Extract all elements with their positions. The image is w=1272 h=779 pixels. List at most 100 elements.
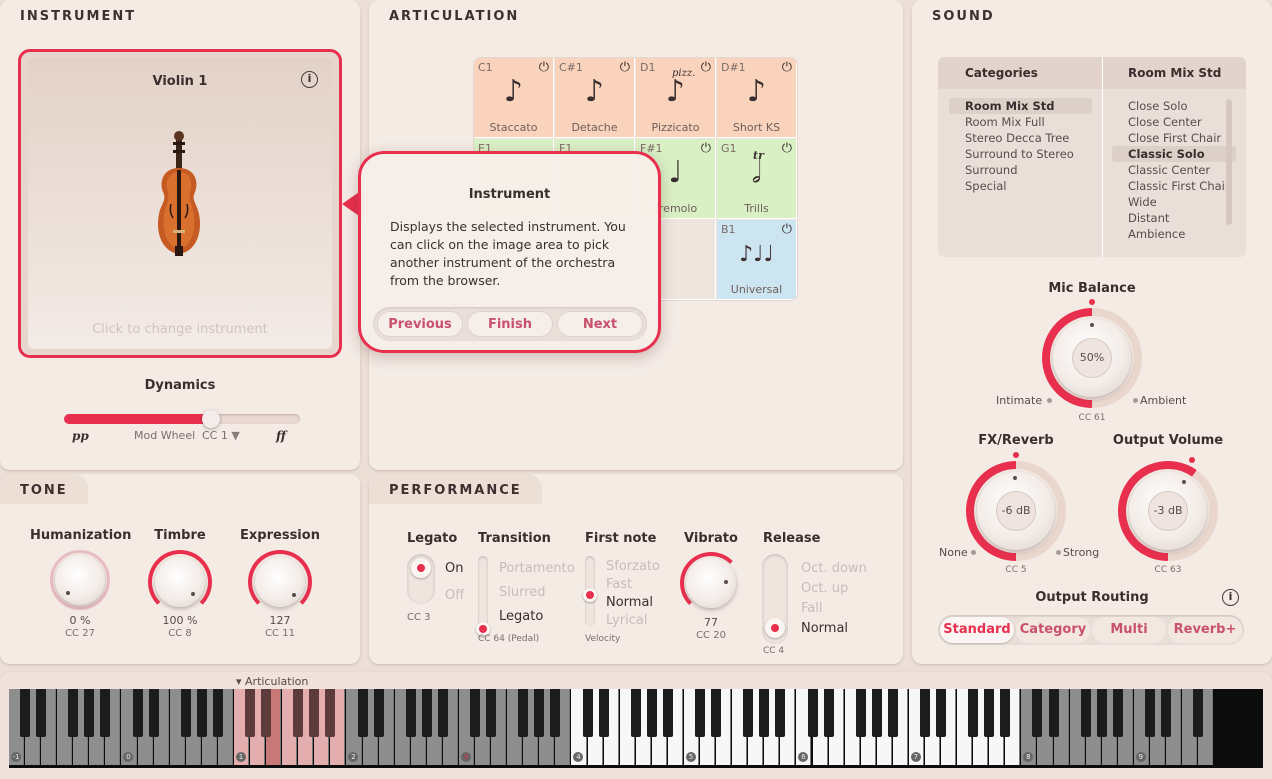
articulation-universal[interactable]: B1 ⏻ ♪♩♩ Universal [717, 220, 797, 300]
piano-black-key[interactable] [486, 689, 497, 737]
piano-black-key[interactable] [132, 689, 143, 737]
first-note-slider[interactable] [583, 556, 597, 626]
piano-black-key[interactable] [582, 689, 593, 737]
piano-black-key[interactable] [1193, 689, 1204, 737]
piano-black-key[interactable] [1080, 689, 1091, 737]
piano-black-key[interactable] [823, 689, 834, 737]
piano-black-key[interactable] [180, 689, 191, 737]
piano-black-key[interactable] [470, 689, 481, 737]
piano-black-key[interactable] [309, 689, 320, 737]
piano-black-key[interactable] [984, 689, 995, 737]
piano-black-key[interactable] [36, 689, 47, 737]
piano-black-key[interactable] [855, 689, 866, 737]
piano-black-key[interactable] [775, 689, 786, 737]
first-note-option-normal[interactable]: Normal [606, 595, 653, 610]
piano-black-key[interactable] [759, 689, 770, 737]
release-option-oct-up[interactable]: Oct. up [801, 581, 848, 596]
preset-item[interactable]: Close First Chair [1112, 130, 1236, 146]
piano-black-key[interactable] [630, 689, 641, 737]
piano-black-key[interactable] [919, 689, 930, 737]
piano-black-key[interactable] [373, 689, 384, 737]
tooltip-next-button[interactable]: Next [557, 311, 643, 337]
preset-item[interactable]: Close Center [1112, 114, 1236, 130]
piano-black-key[interactable] [711, 689, 722, 737]
release-option-normal[interactable]: Normal [801, 621, 848, 636]
category-item[interactable]: Special [949, 178, 1092, 194]
preset-item[interactable]: Ambience [1112, 226, 1236, 242]
piano-black-key[interactable] [662, 689, 673, 737]
mic-balance-knob[interactable]: 50% [1053, 319, 1131, 397]
piano-black-key[interactable] [695, 689, 705, 737]
category-item[interactable]: Stereo Decca Tree [949, 130, 1092, 146]
piano-black-key[interactable] [68, 689, 79, 737]
piano-black-key[interactable] [405, 689, 416, 737]
category-item[interactable]: Room Mix Std [949, 98, 1092, 114]
piano-black-key[interactable] [196, 689, 207, 737]
first-note-option-sforzato[interactable]: Sforzato [606, 559, 660, 574]
preset-item[interactable]: Classic Solo [1112, 146, 1236, 162]
piano-black-key[interactable] [148, 689, 159, 737]
articulation-pizzicato[interactable]: D1 ⏻ pizz. ♪ Pizzicato [636, 58, 716, 138]
piano-black-key[interactable] [245, 689, 256, 737]
piano-black-key[interactable] [1112, 689, 1123, 737]
piano-black-key[interactable] [1048, 689, 1059, 737]
first-note-option-lyrical[interactable]: Lyrical [606, 613, 647, 628]
piano-black-key[interactable] [421, 689, 432, 737]
piano-black-key[interactable] [646, 689, 657, 737]
release-slider[interactable] [762, 554, 788, 644]
piano-black-key[interactable] [84, 689, 95, 737]
piano-black-key[interactable] [1096, 689, 1107, 737]
piano-black-key[interactable] [1032, 689, 1043, 737]
first-note-option-fast[interactable]: Fast [606, 577, 632, 592]
piano-black-key[interactable] [1144, 689, 1155, 737]
transition-option-slurred[interactable]: Slurred [499, 585, 546, 600]
tooltip-finish-button[interactable]: Finish [467, 311, 553, 337]
tooltip-previous-button[interactable]: Previous [377, 311, 463, 337]
routing-standard-button[interactable]: Standard [940, 617, 1014, 643]
fx-reverb-knob[interactable]: -6 dB [977, 472, 1055, 550]
output-volume-knob[interactable]: -3 dB [1129, 472, 1207, 550]
articulation-detache[interactable]: C#1 ⏻ ♪ Detache [555, 58, 635, 138]
piano-black-key[interactable] [534, 689, 545, 737]
legato-switch[interactable] [407, 554, 435, 604]
articulation-short-ks[interactable]: D#1 ⏻ ♪ Short KS [717, 58, 797, 138]
articulation-staccato[interactable]: C1 ⏻ ♪ Staccato [474, 58, 554, 138]
piano-black-key[interactable] [968, 689, 979, 737]
instrument-picker[interactable]: Violin 1 i Click to change instrument [18, 49, 342, 358]
dynamics-cc-select[interactable]: CC 1 ▼ [202, 429, 240, 442]
dynamics-slider[interactable] [64, 410, 300, 428]
release-option-oct-down[interactable]: Oct. down [801, 561, 867, 576]
preset-item[interactable]: Classic First Chair [1112, 178, 1236, 194]
piano-black-key[interactable] [20, 689, 31, 737]
dynamics-slider-handle[interactable] [202, 410, 220, 428]
piano-black-key[interactable] [807, 689, 818, 737]
piano-black-key[interactable] [261, 689, 272, 737]
routing-multi-button[interactable]: Multi [1092, 617, 1166, 643]
piano-black-key[interactable] [100, 689, 111, 737]
piano-black-key[interactable] [936, 689, 947, 737]
piano-black-key[interactable] [887, 689, 898, 737]
expression-knob[interactable] [255, 557, 305, 607]
humanization-knob[interactable] [55, 555, 105, 605]
routing-category-button[interactable]: Category [1016, 617, 1090, 643]
preset-item[interactable]: Classic Center [1112, 162, 1236, 178]
piano-black-key[interactable] [518, 689, 529, 737]
piano-black-key[interactable] [357, 689, 368, 737]
vibrato-knob[interactable] [686, 558, 736, 608]
category-item[interactable]: Room Mix Full [949, 114, 1092, 130]
piano-black-key[interactable] [743, 689, 754, 737]
preset-item[interactable]: Wide [1112, 194, 1236, 210]
preset-item[interactable]: Close Solo [1112, 98, 1236, 114]
piano-black-key[interactable] [293, 689, 304, 737]
presets-scrollbar[interactable] [1226, 99, 1232, 225]
articulation-trills[interactable]: G1 ⏻ tr 𝅗𝅥 Trills [717, 139, 797, 219]
piano-black-key[interactable] [325, 689, 336, 737]
piano-black-key[interactable] [212, 689, 223, 737]
piano-black-key[interactable] [437, 689, 448, 737]
routing-reverb-plus-button[interactable]: Reverb+ [1168, 617, 1242, 643]
piano-black-key[interactable] [871, 689, 882, 737]
category-item[interactable]: Surround to Stereo [949, 146, 1092, 162]
transition-option-legato[interactable]: Legato [499, 609, 543, 624]
transition-slider[interactable] [476, 556, 490, 638]
release-option-fall[interactable]: Fall [801, 601, 822, 616]
